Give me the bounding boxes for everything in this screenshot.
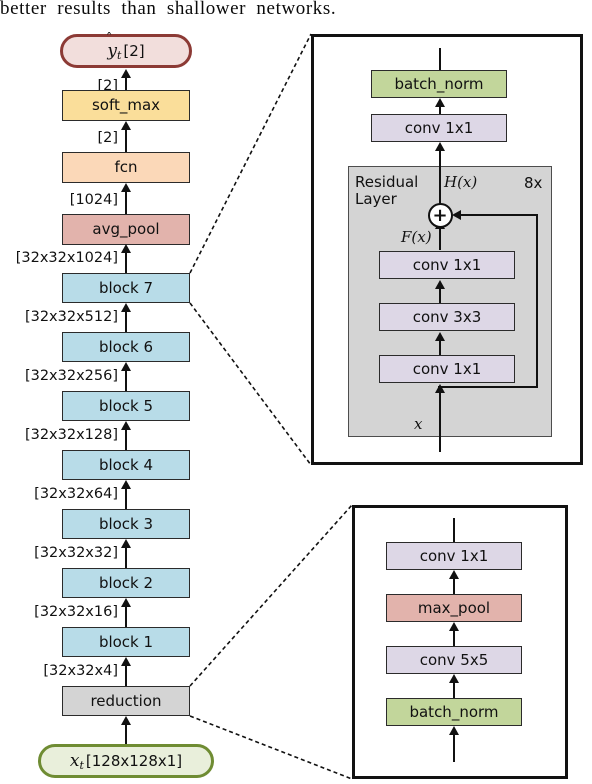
reduction-max-pool-label: max_pool <box>417 598 491 617</box>
reduction-batch-norm-label: batch_norm <box>409 702 499 721</box>
node-block-4-label: block 4 <box>98 455 154 474</box>
reduction-conv-5x5: conv 5x5 <box>386 646 522 674</box>
skip-connection-top <box>458 214 538 217</box>
residual-conv-1x1-bottom-label: conv 1x1 <box>412 359 482 378</box>
node-block-3: block 3 <box>62 509 190 539</box>
node-block-1-label: block 1 <box>98 632 154 651</box>
arrow-input-to-batchnorm <box>452 734 455 762</box>
reduction-detail-output-line <box>452 518 455 542</box>
edge-label-9: [32x32x16] <box>34 604 118 620</box>
node-block-5: block 5 <box>62 391 190 421</box>
block-detail-output-line <box>438 48 441 70</box>
edge-label-10: [32x32x4] <box>43 663 118 679</box>
residual-f-of-x-label: F(x) <box>401 228 432 246</box>
residual-h-of-x-label: H(x) <box>444 173 478 191</box>
arrow-fcn-to-softmax <box>124 129 127 152</box>
arrow-avgpool-to-fcn <box>124 191 127 214</box>
arrow-block2-to-block3 <box>124 547 127 568</box>
arrow-block4-to-block5 <box>124 429 127 450</box>
reduction-conv-5x5-label: conv 5x5 <box>419 650 489 669</box>
arrow-block5-to-block6 <box>124 370 127 391</box>
arrow-reduction-to-block1 <box>124 665 127 686</box>
output-node-label: ̂yt <box>107 40 122 62</box>
residual-conv-1x1-top: conv 1x1 <box>379 251 515 279</box>
reduction-conv-1x1: conv 1x1 <box>386 542 522 570</box>
node-fcn-label: fcn <box>114 158 138 176</box>
residual-x-label: x <box>414 415 423 433</box>
caption-text: better results than shallower networks. <box>0 0 337 19</box>
arrow-block6-to-block7 <box>124 311 127 332</box>
block-detail-conv-1x1-outer: conv 1x1 <box>371 114 507 142</box>
block-detail-batch-norm-label: batch_norm <box>394 74 484 93</box>
node-fcn: fcn <box>62 152 190 183</box>
edge-label-8: [32x32x32] <box>34 545 118 561</box>
node-soft-max: soft_max <box>62 90 190 121</box>
input-node-shape: [128x128x1] <box>85 752 183 770</box>
edge-label-4: [32x32x512] <box>24 309 118 325</box>
node-output-y-hat: ̂yt[2] <box>60 34 192 68</box>
edge-label-3: [32x32x1024] <box>15 250 118 266</box>
node-block-6-label: block 6 <box>98 337 154 356</box>
block-detail-batch-norm: batch_norm <box>371 70 507 98</box>
node-avg-pool: avg_pool <box>62 214 190 245</box>
reduction-batch-norm: batch_norm <box>386 698 522 726</box>
node-block-6: block 6 <box>62 332 190 362</box>
residual-output-line <box>438 160 441 204</box>
reduction-conv-1x1-label: conv 1x1 <box>419 546 489 565</box>
arrow-fx-to-add <box>438 228 441 250</box>
node-block-3-label: block 3 <box>98 514 154 533</box>
residual-conv-3x3: conv 3x3 <box>379 303 515 331</box>
edge-label-7: [32x32x64] <box>34 486 118 502</box>
figure-canvas: better results than shallower networks. … <box>0 0 592 784</box>
node-block-4: block 4 <box>62 450 190 480</box>
edge-label-5: [32x32x256] <box>24 368 118 384</box>
residual-repeat-count: 8x <box>524 174 543 192</box>
residual-conv-1x1-top-label: conv 1x1 <box>412 255 482 274</box>
skip-connection-bottom <box>438 386 538 389</box>
node-block-1: block 1 <box>62 627 190 657</box>
block-detail-conv-1x1-outer-label: conv 1x1 <box>404 118 474 137</box>
node-reduction-label: reduction <box>90 691 162 710</box>
node-avg-pool-label: avg_pool <box>92 220 160 238</box>
node-input-x-t: xt [128x128x1] <box>38 744 214 778</box>
node-reduction: reduction <box>62 686 190 716</box>
arrow-input-to-reduction <box>124 724 127 744</box>
node-block-2-label: block 2 <box>98 573 154 592</box>
node-block-7: block 7 <box>62 273 190 303</box>
residual-add-icon: + <box>427 203 453 228</box>
skip-connection-arrowhead <box>452 210 461 220</box>
node-block-5-label: block 5 <box>98 396 154 415</box>
arrow-block3-to-block4 <box>124 488 127 509</box>
node-block-7-label: block 7 <box>98 278 154 297</box>
node-soft-max-label: soft_max <box>91 96 161 114</box>
output-node-shape: [2] <box>123 42 145 60</box>
arrow-block1-to-block2 <box>124 606 127 627</box>
edge-label-1: [2] <box>97 130 118 146</box>
residual-layer-title: Residual Layer <box>355 173 419 209</box>
residual-conv-3x3-label: conv 3x3 <box>412 307 482 326</box>
node-block-2: block 2 <box>62 568 190 598</box>
input-node-label: xt <box>69 750 84 772</box>
edge-label-2: [1024] <box>69 192 118 208</box>
residual-input-line <box>438 386 441 452</box>
reduction-max-pool: max_pool <box>386 594 522 622</box>
skip-connection-right <box>535 214 538 388</box>
arrow-block7-to-avgpool <box>124 252 127 273</box>
edge-label-6: [32x32x128] <box>24 427 118 443</box>
residual-conv-1x1-bottom: conv 1x1 <box>379 355 515 383</box>
